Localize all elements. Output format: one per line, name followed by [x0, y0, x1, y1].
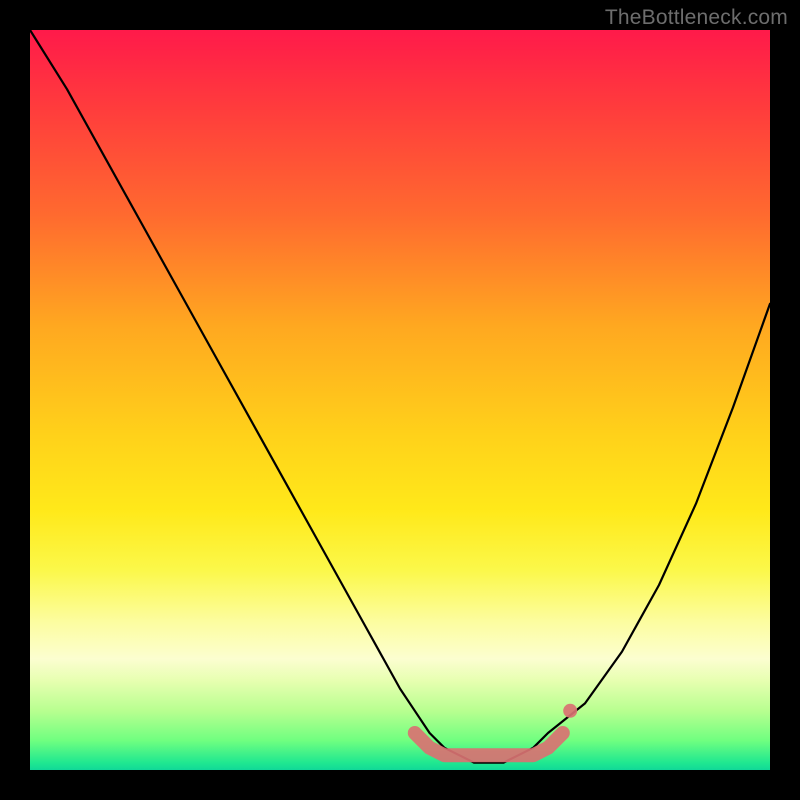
highlight-path	[415, 733, 563, 755]
curve-path	[30, 30, 770, 763]
highlight-dot	[563, 704, 577, 718]
bottleneck-curve	[30, 30, 770, 763]
chart-overlay	[30, 30, 770, 770]
chart-frame: TheBottleneck.com	[0, 0, 800, 800]
watermark-text: TheBottleneck.com	[605, 6, 788, 30]
